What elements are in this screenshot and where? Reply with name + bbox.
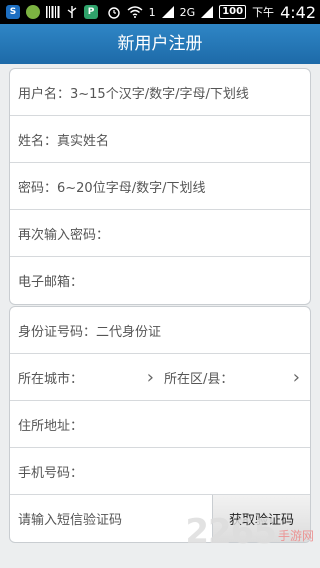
signal-icon-2 xyxy=(201,6,214,18)
repeat-password-field[interactable]: 再次输入密码： xyxy=(10,210,310,257)
password-placeholder: 密码：6~20位字母/数字/下划线 xyxy=(18,180,206,196)
account-form-card: 用户名：3~15个汉字/数字/字母/下划线 姓名：真实姓名 密码：6~20位字母… xyxy=(9,68,311,305)
district-selector[interactable]: 所在区/县： › xyxy=(164,354,310,400)
district-label: 所在区/县： xyxy=(164,371,234,387)
watermark-number: 2265 xyxy=(185,512,277,552)
phone-label: 手机号码： xyxy=(18,465,84,481)
address-label: 住所地址： xyxy=(18,418,84,434)
password-field[interactable]: 密码：6~20位字母/数字/下划线 xyxy=(10,163,310,210)
name-field[interactable]: 姓名：真实姓名 xyxy=(10,116,310,163)
s-app-icon: S xyxy=(6,5,20,19)
signal-label-1: 1 xyxy=(148,5,156,19)
sms-code-input[interactable]: 请输入短信验证码 xyxy=(18,509,122,528)
email-label: 电子邮箱： xyxy=(18,275,84,290)
p-app-icon: P xyxy=(84,5,98,19)
signal-label-2: 2G xyxy=(179,5,196,19)
phone-field[interactable]: 手机号码： xyxy=(10,448,310,495)
email-field[interactable]: 电子邮箱： xyxy=(10,257,310,304)
chevron-right-icon: › xyxy=(146,366,154,388)
id-number-field[interactable]: 身份证号码：二代身份证 xyxy=(10,307,310,354)
city-selector[interactable]: 所在城市： › xyxy=(10,354,164,400)
location-row: 所在城市： › 所在区/县： › xyxy=(10,354,310,401)
ball-app-icon xyxy=(26,5,40,19)
clock: 4:42 xyxy=(280,2,316,22)
identity-form-card: 身份证号码：二代身份证 所在城市： › 所在区/县： › 住所地址： 手机号码：… xyxy=(9,306,311,543)
usb-icon xyxy=(66,5,78,19)
alarm-icon xyxy=(107,5,121,19)
address-field[interactable]: 住所地址： xyxy=(10,401,310,448)
username-placeholder: 用户名：3~15个汉字/数字/字母/下划线 xyxy=(18,86,249,102)
chevron-right-icon: › xyxy=(292,366,300,388)
username-field[interactable]: 用户名：3~15个汉字/数字/字母/下划线 xyxy=(10,69,310,116)
status-bar: S P 1 2G 100 下午 4:42 xyxy=(0,0,320,24)
wifi-icon xyxy=(127,6,143,18)
status-left: S P xyxy=(6,5,98,19)
barcode-icon xyxy=(46,6,60,18)
id-number-placeholder: 身份证号码：二代身份证 xyxy=(18,324,162,340)
watermark-site: 手游网 xyxy=(277,529,314,543)
battery-indicator: 100 xyxy=(219,5,247,19)
name-placeholder: 姓名：真实姓名 xyxy=(18,133,110,149)
city-label: 所在城市： xyxy=(18,371,84,387)
watermark-logo: 2265 手游网 xyxy=(185,512,314,552)
status-right: 1 2G 100 下午 4:42 xyxy=(107,3,316,22)
time-prefix: 下午 xyxy=(252,6,275,19)
page-title: 新用户注册 xyxy=(0,24,320,64)
signal-icon xyxy=(161,6,174,18)
repeat-password-label: 再次输入密码： xyxy=(18,227,110,243)
